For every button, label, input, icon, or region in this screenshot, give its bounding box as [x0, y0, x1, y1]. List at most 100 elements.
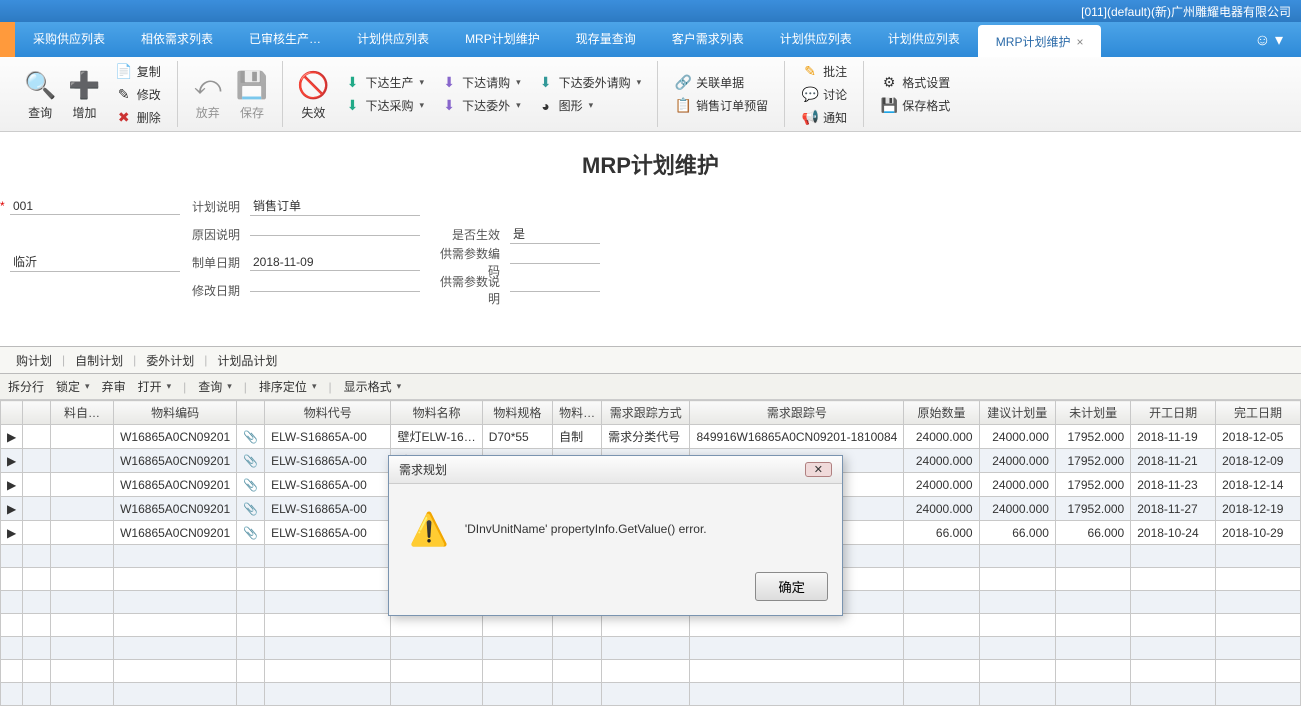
down-purple-icon: ⬇: [440, 74, 458, 91]
notify-button[interactable]: 📢通知: [797, 107, 851, 128]
copy-button[interactable]: 📄复制: [111, 61, 165, 82]
tab-7[interactable]: 计划供应列表: [762, 22, 870, 57]
dialog-close-button[interactable]: ✕: [805, 462, 832, 477]
dialog-ok-button[interactable]: 确定: [755, 572, 828, 601]
dialog-titlebar[interactable]: 需求规划 ✕: [389, 456, 842, 484]
window-titlebar: [011](default)(新)广州雕耀电器有限公司: [0, 0, 1301, 22]
related-docs-button[interactable]: 🔗关联单据: [670, 72, 772, 93]
sd-code-field[interactable]: [510, 261, 600, 264]
mod-date-field[interactable]: [250, 289, 420, 292]
col-header[interactable]: 建议计划量: [979, 401, 1055, 425]
col-header[interactable]: 物料编码: [114, 401, 237, 425]
chevron-down-icon: ▾: [420, 100, 425, 111]
tab-1[interactable]: 相依需求列表: [123, 22, 231, 57]
chevron-down-icon: ▾: [420, 77, 425, 88]
split-row-button[interactable]: 拆分行: [8, 378, 44, 395]
chevron-down-icon: ▾: [312, 381, 317, 392]
tab-3[interactable]: 计划供应列表: [339, 22, 447, 57]
col-header[interactable]: 料自…: [51, 401, 114, 425]
col-header[interactable]: 原始数量: [904, 401, 979, 425]
subtab-2[interactable]: 委外计划: [136, 348, 204, 373]
ribbon-toolbar: 🔍查询 ➕增加 📄复制 ✎修改 ✖删除 ⤺放弃 💾保存 🚫失效 ⬇下达生产▾ ⬇…: [0, 57, 1301, 132]
table-row[interactable]: [1, 637, 1301, 660]
paperclip-icon: 📎: [237, 497, 265, 521]
abandon-button[interactable]: ⤺放弃: [186, 66, 230, 123]
display-format-button[interactable]: 显示格式▾: [344, 378, 402, 395]
col-header[interactable]: 物料规格: [482, 401, 552, 425]
subtab-0[interactable]: 购计划: [6, 348, 62, 373]
sd-desc-field[interactable]: [510, 289, 600, 292]
down-teal-icon: ⬇: [537, 74, 555, 91]
annotation-button[interactable]: ✎批注: [797, 61, 851, 82]
tab-9[interactable]: MRP计划维护×: [978, 25, 1102, 57]
make-date-field[interactable]: 2018-11-09: [250, 254, 420, 271]
lock-button[interactable]: 锁定▾: [56, 378, 90, 395]
effective-field: 是: [510, 224, 600, 244]
table-row[interactable]: [1, 660, 1301, 683]
query-button[interactable]: 🔍查询: [18, 66, 62, 123]
so-preview-button[interactable]: 📋销售订单预留: [670, 95, 772, 116]
col-header[interactable]: 完工日期: [1216, 401, 1301, 425]
close-icon[interactable]: ×: [1076, 35, 1083, 49]
tab-4[interactable]: MRP计划维护: [447, 22, 558, 57]
pie-icon: ◕: [537, 98, 555, 114]
format-settings-button[interactable]: ⚙格式设置: [876, 72, 954, 93]
ribbon-trigger[interactable]: [0, 22, 15, 57]
save-icon: 💾: [880, 97, 898, 114]
paperclip-icon: 📎: [237, 425, 265, 449]
issue-prod-button[interactable]: ⬇下达生产▾: [340, 72, 429, 93]
issue-purch-button[interactable]: ⬇下达采购▾: [340, 95, 429, 116]
col-header[interactable]: 开工日期: [1131, 401, 1216, 425]
col-header[interactable]: 物料…: [553, 401, 602, 425]
abandon-icon: ⤺: [194, 68, 222, 104]
delete-icon: ✖: [115, 109, 133, 126]
error-dialog: 需求规划 ✕ ⚠️ 'DInvUnitName' propertyInfo.Ge…: [388, 455, 843, 616]
chart-button[interactable]: ◕图形▾: [533, 95, 646, 116]
add-button[interactable]: ➕增加: [62, 66, 106, 123]
warning-icon: ⚠️: [409, 510, 449, 548]
col-header[interactable]: 物料名称: [391, 401, 482, 425]
tab-2[interactable]: 已审核生产…: [231, 22, 339, 57]
tab-5[interactable]: 现存量查询: [558, 22, 654, 57]
smiley-icon[interactable]: ☺ ▾: [1254, 30, 1283, 50]
col-header[interactable]: [237, 401, 265, 425]
col-header[interactable]: [23, 401, 51, 425]
main-tabs: 采购供应列表相依需求列表已审核生产…计划供应列表MRP计划维护现存量查询客户需求…: [0, 22, 1301, 57]
tab-6[interactable]: 客户需求列表: [654, 22, 762, 57]
subtab-3[interactable]: 计划品计划: [207, 348, 287, 373]
tab-0[interactable]: 采购供应列表: [15, 22, 123, 57]
paperclip-icon: 📎: [237, 473, 265, 497]
subtab-1[interactable]: 自制计划: [65, 348, 133, 373]
issue-outs-button[interactable]: ⬇下达委外▾: [436, 95, 525, 116]
sort-button[interactable]: 排序定位▾: [259, 378, 317, 395]
source-field[interactable]: 临沂: [10, 252, 180, 272]
col-header[interactable]: 物料代号: [265, 401, 391, 425]
paperclip-icon: 📎: [237, 449, 265, 473]
grid-query-button[interactable]: 查询▾: [198, 378, 232, 395]
reason-field[interactable]: [250, 233, 420, 236]
col-header[interactable]: 未计划量: [1055, 401, 1130, 425]
bell-icon: 📢: [801, 109, 819, 126]
save-button[interactable]: 💾保存: [230, 66, 274, 123]
modify-button[interactable]: ✎修改: [111, 84, 165, 105]
tab-8[interactable]: 计划供应列表: [870, 22, 978, 57]
table-row[interactable]: [1, 614, 1301, 637]
invalidate-icon: 🚫: [297, 68, 329, 104]
plan-desc-field[interactable]: 销售订单: [250, 196, 420, 216]
discuss-button[interactable]: 💬讨论: [797, 84, 851, 105]
open-button[interactable]: 打开▾: [138, 378, 172, 395]
save-icon: 💾: [236, 68, 268, 104]
delete-button[interactable]: ✖删除: [111, 107, 165, 128]
col-header[interactable]: 需求跟踪方式: [602, 401, 690, 425]
plan-code-field[interactable]: 001: [10, 198, 180, 215]
issue-req-button[interactable]: ⬇下达请购▾: [436, 72, 525, 93]
table-row[interactable]: ▶W16865A0CN09201📎ELW-S16865A-00壁灯ELW-16……: [1, 425, 1301, 449]
cancel-audit-button[interactable]: 弃审: [102, 378, 126, 395]
chevron-down-icon: ▾: [227, 381, 232, 392]
table-row[interactable]: [1, 683, 1301, 706]
issue-outs-req-button[interactable]: ⬇下达委外请购▾: [533, 72, 646, 93]
invalidate-button[interactable]: 🚫失效: [291, 66, 335, 123]
down-green-icon: ⬇: [344, 97, 362, 114]
col-header[interactable]: 需求跟踪号: [690, 401, 904, 425]
save-format-button[interactable]: 💾保存格式: [876, 95, 954, 116]
